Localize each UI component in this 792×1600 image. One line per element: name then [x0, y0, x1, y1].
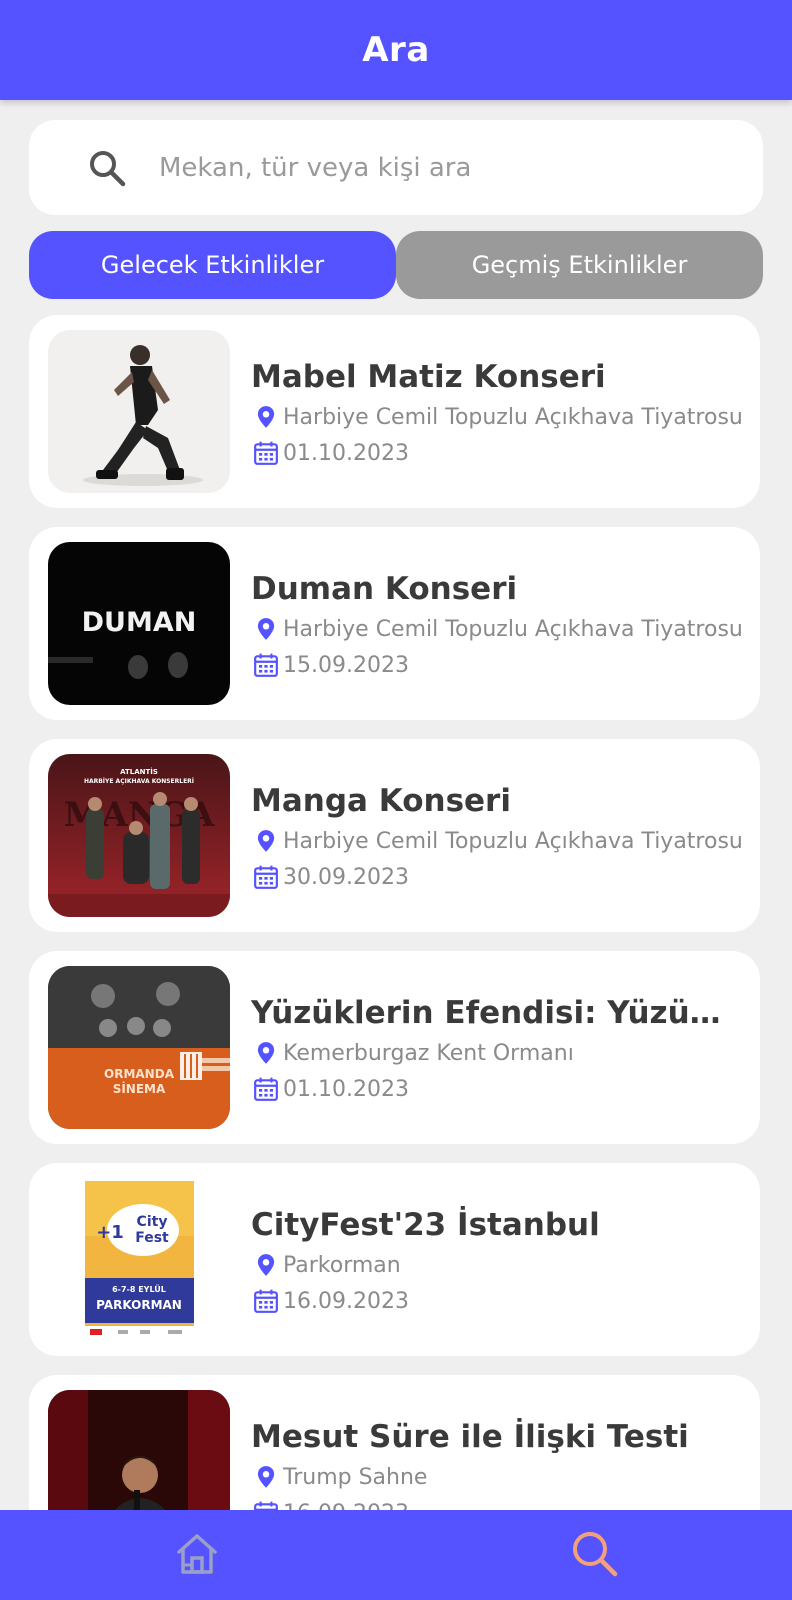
event-venue: Harbiye Cemil Topuzlu Açıkhava Tiyatrosu: [283, 828, 743, 854]
event-card[interactable]: DUMAN Duman Konseri Harbiye Cemil Topuzl…: [29, 527, 760, 720]
location-pin-icon: [257, 1254, 275, 1276]
event-image: ORMANDA SİNEMA: [48, 966, 230, 1129]
location-pin-icon: [257, 830, 275, 852]
event-card[interactable]: Mabel Matiz Konseri Harbiye Cemil Topuzl…: [29, 315, 760, 508]
tab-past-label: Geçmiş Etkinlikler: [471, 251, 688, 279]
event-venue: Harbiye Cemil Topuzlu Açıkhava Tiyatrosu: [283, 404, 743, 430]
home-icon[interactable]: [173, 1530, 221, 1578]
search-bar[interactable]: [29, 120, 763, 215]
event-image-text: SİNEMA: [113, 1081, 166, 1096]
location-pin-icon: [257, 1466, 275, 1488]
event-card[interactable]: Mesut Süre ile İlişki Testi Trump Sahne …: [29, 1375, 760, 1510]
event-image-text: Fest: [135, 1230, 169, 1246]
event-date: 01.10.2023: [283, 440, 409, 466]
tab-upcoming-label: Gelecek Etkinlikler: [100, 251, 325, 279]
event-image-text: PARKORMAN: [96, 1298, 182, 1312]
search-icon: [90, 150, 126, 186]
location-pin-icon: [257, 406, 275, 428]
bottom-nav: [0, 1510, 792, 1600]
location-pin-icon: [257, 1042, 275, 1064]
event-image-text: City: [137, 1214, 168, 1230]
event-image: [48, 1390, 230, 1510]
calendar-icon: [254, 653, 278, 677]
event-image-text: +1: [96, 1222, 124, 1243]
tab-past-events[interactable]: Geçmiş Etkinlikler: [396, 231, 763, 299]
event-venue: Kemerburgaz Kent Ormanı: [283, 1040, 574, 1066]
event-image-text: DUMAN: [82, 607, 197, 638]
event-title: Manga Konseri: [251, 783, 511, 819]
event-date: 16.09.2023: [283, 1288, 409, 1314]
event-image: ATLANTİS HARBİYE AÇIKHAVA KONSERLERİ MAN…: [48, 754, 230, 917]
calendar-icon: [254, 1077, 278, 1101]
calendar-icon: [254, 1501, 278, 1510]
event-card[interactable]: ORMANDA SİNEMA Yüzüklerin Efendisi: Yüzü…: [29, 951, 760, 1144]
event-date: 01.10.2023: [283, 1076, 409, 1102]
event-date: 15.09.2023: [283, 652, 409, 678]
search-icon[interactable]: [569, 1528, 619, 1578]
event-image-text: ORMANDA: [104, 1067, 175, 1081]
event-title: Duman Konseri: [251, 571, 518, 607]
location-pin-icon: [257, 618, 275, 640]
event-venue: Parkorman: [283, 1252, 401, 1278]
event-title: Mesut Süre ile İlişki Testi: [251, 1419, 689, 1455]
calendar-icon: [254, 1289, 278, 1313]
event-image: [48, 330, 230, 493]
event-image-text: HARBİYE AÇIKHAVA KONSERLERİ: [84, 778, 194, 785]
calendar-icon: [254, 441, 278, 465]
event-venue: Trump Sahne: [283, 1464, 428, 1490]
event-image: +1 City Fest 6-7-8 EYLÜL PARKORMAN: [48, 1178, 230, 1341]
tab-upcoming-events[interactable]: Gelecek Etkinlikler: [29, 231, 396, 299]
event-venue: Harbiye Cemil Topuzlu Açıkhava Tiyatrosu: [283, 616, 743, 642]
event-date: 30.09.2023: [283, 864, 409, 890]
calendar-icon: [254, 865, 278, 889]
event-date: 16.09.2023: [283, 1501, 751, 1511]
event-title: CityFest'23 İstanbul: [251, 1207, 600, 1243]
page-title: Ara: [362, 30, 430, 70]
app-header: Ara: [0, 0, 792, 100]
event-tabs: Gelecek Etkinlikler Geçmiş Etkinlikler: [29, 231, 763, 299]
search-input[interactable]: [159, 137, 719, 198]
event-title: Mabel Matiz Konseri: [251, 359, 606, 395]
event-card[interactable]: ATLANTİS HARBİYE AÇIKHAVA KONSERLERİ MAN…: [29, 739, 760, 932]
event-image-text: 6-7-8 EYLÜL: [112, 1284, 166, 1294]
event-image-text: ATLANTİS: [120, 767, 158, 776]
event-list[interactable]: Mabel Matiz Konseri Harbiye Cemil Topuzl…: [29, 315, 760, 1510]
event-image: DUMAN: [48, 542, 230, 705]
event-card[interactable]: +1 City Fest 6-7-8 EYLÜL PARKORMAN CityF…: [29, 1163, 760, 1356]
event-title: Yüzüklerin Efendisi: Yüzük K...: [251, 995, 726, 1031]
